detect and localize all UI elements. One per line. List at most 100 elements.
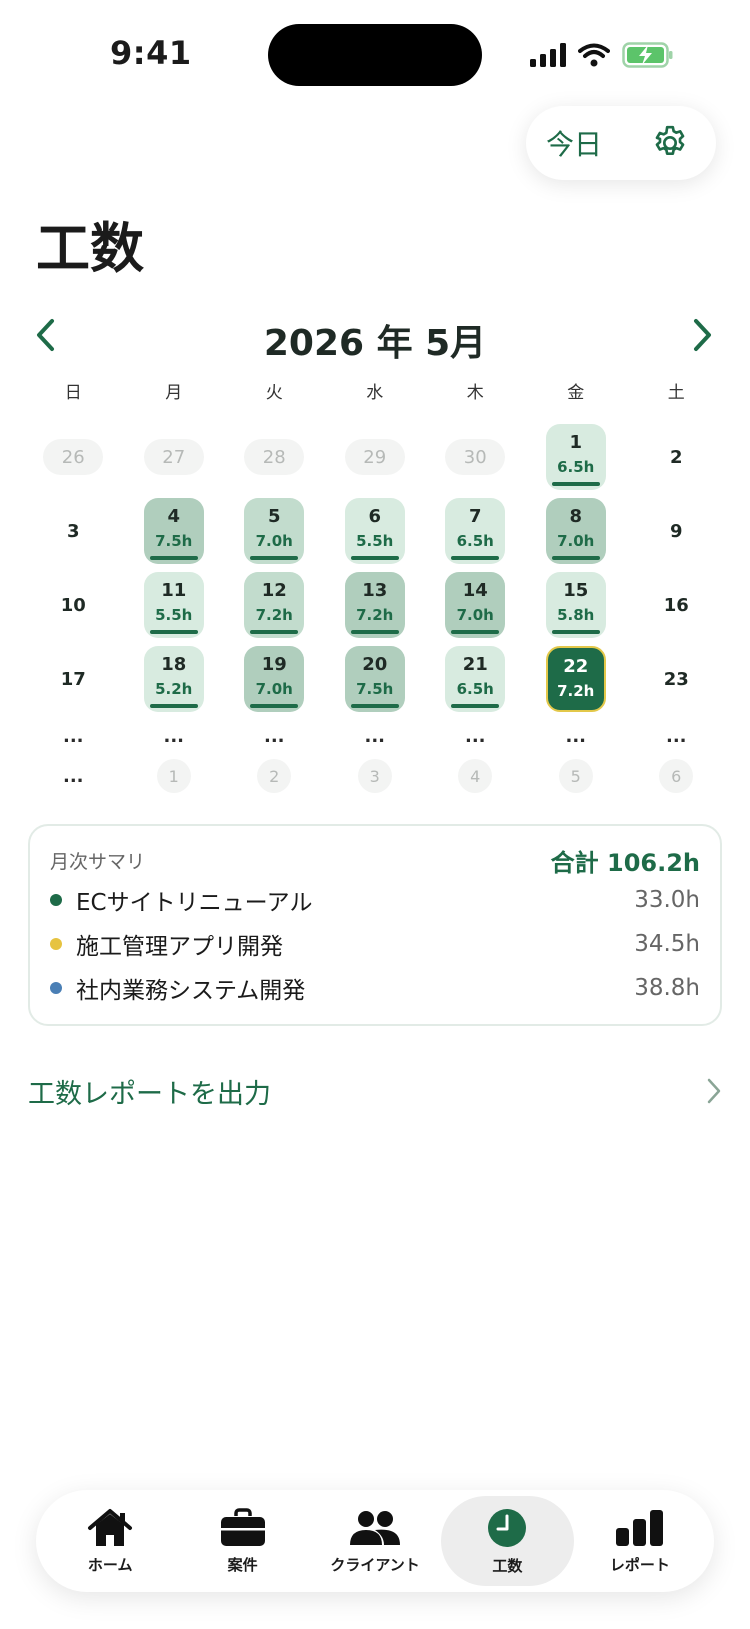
day-number: 12 [261,580,287,601]
tab-label: ホーム [87,1555,133,1574]
calendar-day-22-today[interactable]: 22 7.2h [545,646,606,712]
calendar-day-6[interactable]: 6 5.5h [344,498,405,564]
tab-home[interactable]: ホーム [44,1496,176,1586]
calendar-day-10[interactable]: 10 [61,595,86,616]
next-month-day[interactable]: 4 [458,759,493,793]
next-month-day[interactable]: 6 [659,759,694,793]
day-number: 19 [261,654,287,675]
status-time: 9:41 [110,34,192,72]
weekday-sat: 土 [667,383,685,403]
calendar-day-12[interactable]: 12 7.2h [244,572,305,638]
tab-hours[interactable]: 工数 [441,1496,574,1586]
calendar-day-14[interactable]: 14 7.0h [445,572,506,638]
prev-month-day[interactable]: 30 [445,439,506,475]
day-hours-bar [551,556,600,560]
day-number: 20 [362,654,388,675]
calendar-day-16[interactable]: 16 [664,595,689,616]
day-hours: 6.5h [456,532,494,550]
day-hours-bar [250,704,299,708]
project-color-dot [50,938,62,950]
project-name: 社内業務システム開発 [76,978,306,1004]
settings-button[interactable] [650,123,690,163]
day-number: 1 [569,432,583,453]
next-month-day[interactable]: 3 [357,759,392,793]
day-number: 22 [563,656,589,677]
project-hours: 34.5h [634,931,700,957]
summary-item: 社内業務システム開発 38.8h [50,966,700,1010]
tab-label: 工数 [492,1556,523,1575]
today-button[interactable]: 今日 [546,123,602,163]
ellipsis: ... [163,725,184,747]
ellipsis: ... [62,765,84,787]
day-hours: 7.0h [255,532,293,550]
day-number: 13 [362,580,388,601]
calendar-day-5[interactable]: 5 7.0h [244,498,305,564]
day-hours-bar [149,704,198,708]
clock-icon [488,1508,527,1547]
day-hours-bar [350,630,399,634]
project-color-dot [50,894,62,906]
tab-reports[interactable]: レポート [574,1496,706,1586]
ellipsis: ... [665,725,687,747]
calendar-week: 3 4 7.5h 5 7.0h 6 5.5h 7 6.5h 8 7.0h 9 [23,494,727,568]
day-number: 6 [368,506,382,527]
chevron-right-icon [694,319,711,351]
calendar-day-2[interactable]: 2 [670,447,683,468]
calendar-day-8[interactable]: 8 7.0h [545,498,606,564]
calendar-day-23[interactable]: 23 [664,669,689,690]
calendar-day-4[interactable]: 4 7.5h [143,498,204,564]
next-month-day[interactable]: 1 [156,759,191,793]
calendar-day-19[interactable]: 19 7.0h [244,646,305,712]
day-number: 18 [161,654,187,675]
day-hours-bar [350,556,399,560]
day-number: 4 [167,506,181,527]
day-hours: 7.2h [557,682,595,700]
tab-bar: ホーム 案件 クライアント 工数 レポート [36,1490,714,1592]
prev-month-day[interactable]: 29 [344,439,405,475]
next-month-day[interactable]: 5 [558,759,593,793]
tab-clients[interactable]: クライアント [309,1496,441,1586]
summary-header: 月次サマリ 合計 106.2h [50,842,700,878]
weekday-wed: 水 [366,383,384,403]
day-hours: 7.0h [255,680,293,698]
calendar-day-18[interactable]: 18 5.2h [143,646,204,712]
tab-projects[interactable]: 案件 [176,1496,308,1586]
export-report-row[interactable]: 工数レポートを出力 [28,1066,722,1116]
calendar-day-9[interactable]: 9 [670,521,683,542]
prev-month-day[interactable]: 28 [244,439,305,475]
calendar-day-13[interactable]: 13 7.2h [344,572,405,638]
calendar-day-3[interactable]: 3 [67,521,80,542]
project-hours: 33.0h [634,887,700,913]
dynamic-island [268,24,482,86]
project-color-dot [50,982,62,994]
next-month-day[interactable]: 2 [257,759,292,793]
day-hours: 7.2h [255,606,293,624]
day-number: 5 [267,506,281,527]
calendar-day-11[interactable]: 11 5.5h [143,572,204,638]
next-month-button[interactable] [692,318,714,356]
day-number: 15 [563,580,589,601]
summary-label: 月次サマリ [50,850,146,873]
calendar-next-month-row: ... 1 2 3 4 5 6 [23,756,727,796]
monthly-summary-card: 月次サマリ 合計 106.2h ECサイトリニューアル 33.0h 施工管理アプ… [28,824,722,1026]
calendar-day-7[interactable]: 7 6.5h [445,498,506,564]
day-number: 7 [468,506,482,527]
calendar-day-1[interactable]: 1 6.5h [545,424,606,490]
day-hours: 7.0h [557,532,595,550]
status-bar: 9:41 [0,0,750,110]
weekday-fri: 金 [567,383,585,403]
calendar-day-15[interactable]: 15 5.8h [545,572,606,638]
weekday-header: 日 月 火 水 木 金 土 [23,378,727,403]
prev-month-day[interactable]: 26 [43,439,104,475]
calendar-day-17[interactable]: 17 [61,669,86,690]
day-hours: 5.5h [356,532,394,550]
day-number: 21 [462,654,488,675]
page-title: 工数 [36,217,144,280]
people-icon [350,1510,401,1545]
project-name: ECサイトリニューアル [76,890,313,916]
calendar-day-21[interactable]: 21 6.5h [445,646,506,712]
calendar-day-20[interactable]: 20 7.5h [344,646,405,712]
day-hours: 6.5h [456,680,494,698]
day-hours: 5.2h [155,680,193,698]
prev-month-day[interactable]: 27 [143,439,204,475]
